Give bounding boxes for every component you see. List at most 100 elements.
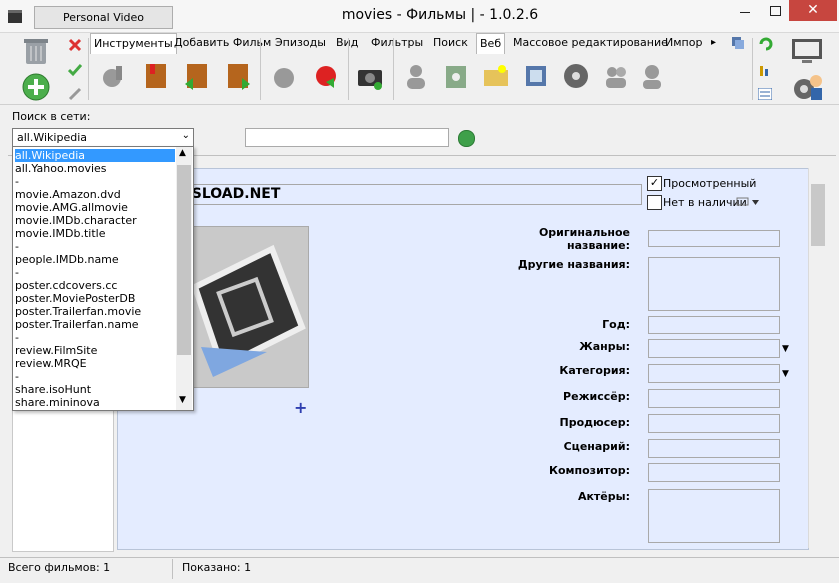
- add-poster-button[interactable]: +: [294, 398, 307, 417]
- scrollbar-thumb[interactable]: [811, 184, 825, 246]
- genres-dropdown-icon[interactable]: ▼: [782, 344, 789, 354]
- not-in-stock-label: Нет в наличии: [663, 196, 747, 209]
- tab-import[interactable]: Импор: [662, 33, 705, 53]
- camera-icon[interactable]: [356, 62, 384, 90]
- actors-label: Актёры:: [577, 490, 630, 503]
- composer-label: Композитор:: [548, 464, 630, 477]
- other-names-field[interactable]: [648, 257, 780, 311]
- window-copy-icon[interactable]: [731, 36, 745, 50]
- tab-tools[interactable]: Инструменты: [90, 33, 177, 54]
- screenplay-label: Сценарий:: [563, 440, 630, 453]
- dropdown-separator-item[interactable]: -: [15, 266, 175, 279]
- tab-add-movie[interactable]: Добавить Фильм: [171, 33, 274, 53]
- folder-icon[interactable]: [482, 62, 510, 90]
- dropdown-item[interactable]: all.Yahoo.movies: [15, 162, 175, 175]
- scroll-down-icon[interactable]: ▼: [179, 395, 186, 405]
- dropdown-item[interactable]: poster.cdcovers.cc: [15, 279, 175, 292]
- web-tools-icon[interactable]: [100, 62, 128, 90]
- apple-icon[interactable]: [270, 62, 298, 90]
- dropdown-item[interactable]: movie.AMG.allmovie: [15, 201, 175, 214]
- dropdown-scrollbar[interactable]: ▲ ▼: [176, 147, 192, 410]
- director-field[interactable]: [648, 389, 780, 408]
- tab-web[interactable]: Веб: [476, 33, 506, 54]
- tab-episodes[interactable]: Эпизоды: [272, 33, 329, 53]
- book-import-icon[interactable]: [142, 62, 170, 90]
- movie-download-icon[interactable]: [522, 62, 550, 90]
- dropdown-item[interactable]: all.Wikipedia: [15, 149, 175, 162]
- category-field[interactable]: [648, 364, 780, 383]
- toolbar-separator: [752, 38, 753, 100]
- trash-box-icon[interactable]: [442, 62, 470, 90]
- actors-field[interactable]: [648, 489, 780, 543]
- dropdown-item[interactable]: poster.MoviePosterDB: [15, 292, 175, 305]
- settings-user-icon[interactable]: [792, 72, 824, 102]
- web-source-select[interactable]: all.Wikipedia ⌄: [12, 128, 194, 148]
- dropdown-item[interactable]: share.isoHunt: [15, 383, 175, 396]
- list-view-icon[interactable]: [758, 88, 772, 100]
- minimize-button[interactable]: [740, 12, 750, 13]
- monitor-icon[interactable]: [790, 37, 824, 65]
- clapperboard-icon: [8, 10, 22, 23]
- dropdown-item[interactable]: movie.IMDb.character: [15, 214, 175, 227]
- genres-field[interactable]: [648, 339, 780, 358]
- web-search-input[interactable]: [245, 128, 449, 147]
- add-movie-icon[interactable]: [22, 73, 50, 101]
- producer-field[interactable]: [648, 414, 780, 433]
- tab-scroll-right[interactable]: ▸: [711, 37, 716, 48]
- dropdown-item[interactable]: movie.IMDb.title: [15, 227, 175, 240]
- delete-x-icon[interactable]: [68, 38, 82, 52]
- other-names-label: Другие названия:: [517, 258, 630, 271]
- sort-icon[interactable]: [758, 64, 772, 78]
- tab-search[interactable]: Поиск: [430, 33, 471, 53]
- poster-image[interactable]: [176, 226, 309, 388]
- dropdown-item[interactable]: share.mininova: [15, 396, 175, 409]
- dropdown-item[interactable]: movie.Amazon.dvd: [15, 188, 175, 201]
- close-button[interactable]: ✕: [789, 0, 837, 21]
- screenplay-field[interactable]: [648, 439, 780, 458]
- tab-filters[interactable]: Фильтры: [368, 33, 426, 53]
- cart-icon[interactable]: [736, 196, 760, 208]
- dropdown-separator-item[interactable]: -: [15, 240, 175, 253]
- person-gray-icon[interactable]: [638, 62, 666, 90]
- dropdown-item[interactable]: poster.Trailerfan.movie: [15, 305, 175, 318]
- year-label: Год:: [602, 318, 630, 331]
- recycle-bin-icon[interactable]: [22, 36, 50, 66]
- dropdown-item[interactable]: people.IMDb.name: [15, 253, 175, 266]
- status-total: Всего фильмов: 1: [8, 561, 111, 574]
- status-bar: [0, 557, 839, 583]
- web-source-dropdown-list[interactable]: all.Wikipedia all.Yahoo.movies - movie.Amaz…: [12, 146, 194, 411]
- pencil-icon[interactable]: [68, 87, 82, 101]
- checkmark-icon[interactable]: [68, 63, 82, 77]
- dropdown-item[interactable]: poster.Trailerfan.name: [15, 318, 175, 331]
- tab-mass-edit[interactable]: Массовое редактирование: [510, 33, 671, 53]
- movie-title-field[interactable]: RSLOAD.NET: [176, 184, 642, 205]
- viewed-label: Просмотренный: [663, 177, 757, 190]
- dropdown-separator-item[interactable]: -: [15, 175, 175, 188]
- original-name-field[interactable]: [648, 230, 780, 247]
- viewed-checkbox[interactable]: ✓: [647, 176, 662, 191]
- people-icon[interactable]: [602, 62, 630, 90]
- composer-field[interactable]: [648, 463, 780, 482]
- film-poster-icon: [191, 244, 306, 377]
- category-dropdown-icon[interactable]: ▼: [782, 369, 789, 379]
- plug-icon[interactable]: [312, 62, 340, 90]
- scrollbar-thumb[interactable]: [177, 165, 191, 355]
- person-icon[interactable]: [402, 62, 430, 90]
- film-reel-icon[interactable]: [562, 62, 590, 90]
- go-icon[interactable]: [458, 130, 475, 147]
- dropdown-item[interactable]: review.MRQE: [15, 357, 175, 370]
- app-name-button[interactable]: Personal Video Database: [34, 6, 173, 45]
- refresh-icon[interactable]: [758, 36, 774, 52]
- status-shown: Показано: 1: [182, 561, 252, 574]
- not-in-stock-checkbox[interactable]: [647, 195, 662, 210]
- scroll-up-icon[interactable]: ▲: [179, 148, 186, 158]
- maximize-button[interactable]: [770, 6, 781, 16]
- details-scrollbar[interactable]: [808, 168, 828, 548]
- book-prev-icon[interactable]: [183, 62, 211, 90]
- chevron-down-icon: ⌄: [181, 130, 190, 141]
- book-next-icon[interactable]: [224, 62, 252, 90]
- dropdown-separator-item[interactable]: -: [15, 370, 175, 383]
- dropdown-separator-item[interactable]: -: [15, 331, 175, 344]
- year-field[interactable]: [648, 316, 780, 334]
- dropdown-item[interactable]: review.FilmSite: [15, 344, 175, 357]
